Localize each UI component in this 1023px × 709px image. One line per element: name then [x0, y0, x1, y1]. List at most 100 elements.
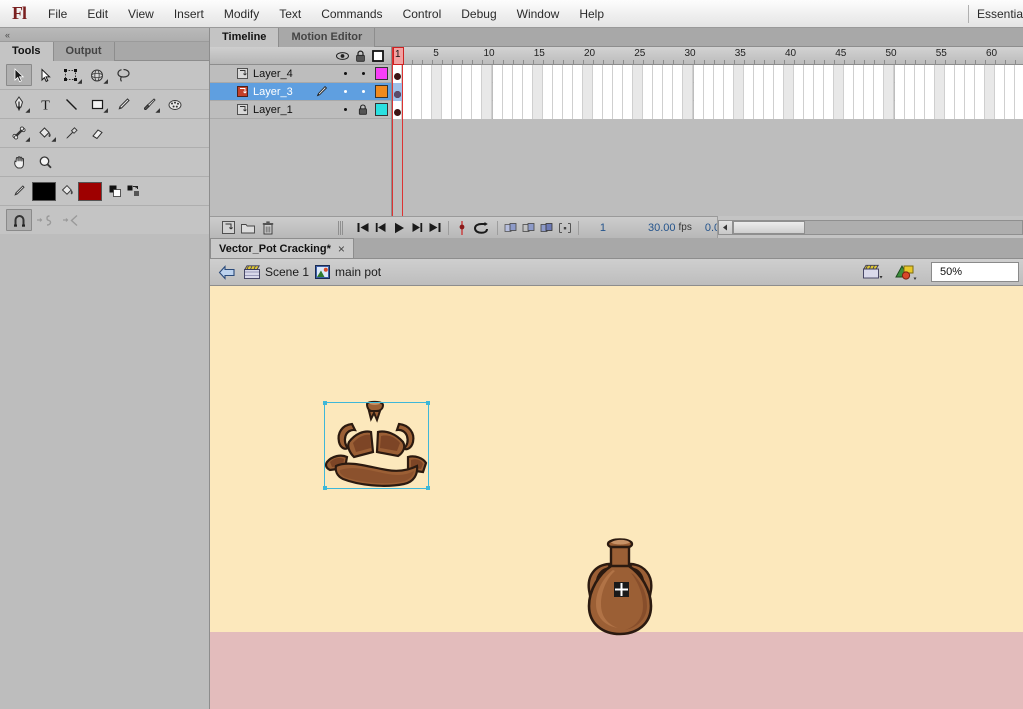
timeline-frame-cell[interactable]: [482, 83, 492, 101]
timeline-frame-cell[interactable]: [935, 83, 945, 101]
timeline-frame-cell[interactable]: [663, 83, 673, 101]
timeline-frame-cell[interactable]: [422, 65, 432, 83]
timeline-frame-cell[interactable]: [774, 83, 784, 101]
timeline-frame-cell[interactable]: [764, 83, 774, 101]
timeline-frame-cell[interactable]: [442, 101, 452, 119]
brush-tool[interactable]: ◢: [136, 93, 162, 115]
timeline-frame-cell[interactable]: [402, 101, 412, 119]
edit-multiple-frames-button[interactable]: [538, 218, 556, 238]
layer-lock-toggle[interactable]: [354, 104, 372, 115]
timeline-frame-cell[interactable]: [975, 101, 985, 119]
timeline-frame-cell[interactable]: [472, 101, 482, 119]
timeline-frame-cell[interactable]: [754, 101, 764, 119]
timeline-frame-cell[interactable]: [794, 83, 804, 101]
timeline-frame-cell[interactable]: [442, 65, 452, 83]
layer-visibility-toggle[interactable]: [336, 108, 354, 111]
timeline-drag-handle[interactable]: [338, 221, 344, 235]
selection-bounding-box[interactable]: [324, 402, 429, 489]
timeline-frame-cell[interactable]: [563, 83, 573, 101]
rectangle-tool[interactable]: ◢: [84, 93, 110, 115]
timeline-frame-cell[interactable]: [844, 83, 854, 101]
timeline-frame-cell[interactable]: [613, 101, 623, 119]
layer-outline-color[interactable]: [375, 67, 388, 80]
timeline-frame-cell[interactable]: [895, 83, 905, 101]
timeline-frame-cell[interactable]: [603, 83, 613, 101]
snap-to-objects-toggle[interactable]: [6, 209, 32, 231]
timeline-frame-cell[interactable]: [593, 65, 603, 83]
timeline-frame-cell[interactable]: [623, 83, 633, 101]
menu-control[interactable]: Control: [393, 0, 452, 28]
timeline-frame-cell[interactable]: [965, 101, 975, 119]
timeline-frame-cell[interactable]: [1005, 101, 1015, 119]
selection-tool[interactable]: [6, 64, 32, 86]
timeline-frame-cell[interactable]: [804, 65, 814, 83]
timeline-frame-cell[interactable]: [573, 65, 583, 83]
timeline-frame-cell[interactable]: [764, 65, 774, 83]
timeline-frame-cell[interactable]: [854, 101, 864, 119]
stage-canvas[interactable]: [210, 286, 1023, 709]
timeline-frame-cell[interactable]: [432, 83, 442, 101]
timeline-frame-cell[interactable]: [975, 83, 985, 101]
timeline-frame-cell[interactable]: [995, 65, 1005, 83]
free-transform-tool[interactable]: ◢: [58, 64, 84, 86]
timeline-frame-cell[interactable]: [814, 65, 824, 83]
timeline-frame-cell[interactable]: [643, 65, 653, 83]
layer-row[interactable]: Layer_1: [210, 101, 391, 119]
timeline-frame-cell[interactable]: [945, 83, 955, 101]
timeline-frame-cell[interactable]: [653, 101, 663, 119]
line-tool[interactable]: [58, 93, 84, 115]
timeline-frame-cell[interactable]: [432, 101, 442, 119]
timeline-frame-cell[interactable]: [814, 101, 824, 119]
timeline-frame-cell[interactable]: [683, 83, 693, 101]
layer-outline-color[interactable]: [375, 85, 388, 98]
eyedropper-tool[interactable]: [58, 122, 84, 144]
timeline-frame-cell[interactable]: [643, 101, 653, 119]
timeline-frame-cell[interactable]: [1015, 65, 1023, 83]
timeline-frame-cell[interactable]: [533, 101, 543, 119]
timeline-frame-cell[interactable]: [694, 65, 704, 83]
frame-row[interactable]: [392, 65, 1023, 83]
layer-visibility-toggle[interactable]: [336, 72, 354, 75]
timeline-frame-cell[interactable]: [683, 101, 693, 119]
frame-row[interactable]: [392, 83, 1023, 101]
timeline-frame-cell[interactable]: [965, 83, 975, 101]
timeline-frame-cell[interactable]: [935, 65, 945, 83]
timeline-frame-cell[interactable]: [513, 65, 523, 83]
timeline-frame-cell[interactable]: [402, 83, 412, 101]
timeline-frame-cell[interactable]: [623, 65, 633, 83]
fill-color-swatch[interactable]: [78, 182, 102, 201]
timeline-frame-cell[interactable]: [482, 65, 492, 83]
stroke-color-swatch[interactable]: [32, 182, 56, 201]
timeline-frame-cell[interactable]: [543, 101, 553, 119]
layer-outline-color[interactable]: [375, 103, 388, 116]
timeline-frame-cell[interactable]: [673, 83, 683, 101]
timeline-frame-cell[interactable]: [844, 101, 854, 119]
timeline-frame-cell[interactable]: [905, 83, 915, 101]
timeline-frame-cell[interactable]: [935, 101, 945, 119]
timeline-frame-cell[interactable]: [985, 101, 995, 119]
timeline-frame-cell[interactable]: [643, 83, 653, 101]
scrollbar-track[interactable]: [733, 220, 1023, 235]
fps-value[interactable]: 30.00: [645, 222, 679, 234]
lock-icon[interactable]: [351, 50, 369, 62]
3d-rotation-tool[interactable]: ◢: [84, 64, 110, 86]
tab-timeline[interactable]: Timeline: [210, 28, 279, 47]
timeline-ruler[interactable]: 15101520253035404550556065707580: [392, 47, 1023, 65]
timeline-frame-cell[interactable]: [683, 65, 693, 83]
keyframe-marker[interactable]: [394, 73, 401, 80]
eraser-tool[interactable]: [84, 122, 110, 144]
timeline-frame-cell[interactable]: [402, 65, 412, 83]
eye-icon[interactable]: [333, 51, 351, 61]
onion-skin-button[interactable]: [502, 218, 520, 238]
timeline-frame-cell[interactable]: [784, 65, 794, 83]
timeline-frame-cell[interactable]: [794, 65, 804, 83]
timeline-frame-cell[interactable]: [593, 83, 603, 101]
go-to-first-frame-button[interactable]: [354, 218, 372, 238]
tab-motion-editor[interactable]: Motion Editor: [279, 28, 375, 47]
timeline-frame-cell[interactable]: [452, 83, 462, 101]
timeline-frame-cell[interactable]: [764, 101, 774, 119]
breadcrumb-scene[interactable]: Scene 1: [244, 265, 309, 279]
new-folder-button[interactable]: [238, 218, 258, 238]
timeline-frame-cell[interactable]: [784, 101, 794, 119]
timeline-frame-cell[interactable]: [543, 65, 553, 83]
